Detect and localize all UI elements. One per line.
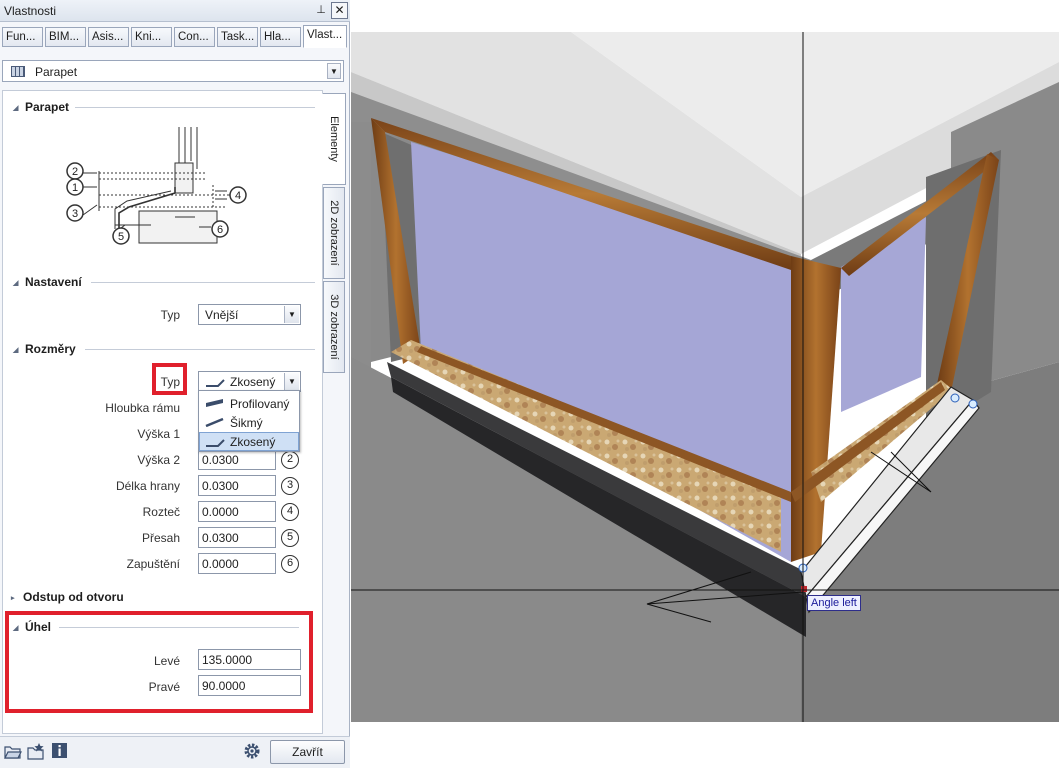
- divider: [91, 282, 315, 283]
- tab-connect[interactable]: Con...: [174, 27, 215, 47]
- nastaveni-typ-value: Vnější: [205, 308, 239, 322]
- zapusteni-field[interactable]: 0.0000: [198, 553, 276, 574]
- vyska-2-field[interactable]: 0.0300: [198, 449, 276, 470]
- close-panel-button[interactable]: Zavřít: [270, 740, 345, 764]
- tab-library[interactable]: Kni...: [131, 27, 172, 47]
- element-selector[interactable]: Parapet ▼: [2, 60, 344, 82]
- option-profilovany[interactable]: Profilovaný: [199, 394, 299, 413]
- bevel-profile-icon: [206, 439, 225, 447]
- vtab-2d-label: 2D zobrazení: [328, 200, 340, 266]
- section-parapet-header[interactable]: ◢ Parapet: [13, 100, 69, 114]
- close-button[interactable]: ✕: [331, 2, 348, 19]
- chevron-down-icon[interactable]: ▼: [327, 63, 341, 79]
- bevel-profile-icon: [206, 379, 225, 387]
- section-nastaveni-header[interactable]: ◢ Nastavení: [13, 275, 82, 289]
- nastaveni-typ-combo[interactable]: Vnější ▼: [198, 304, 301, 325]
- rozmery-typ-value: Zkosený: [230, 375, 276, 389]
- tab-properties[interactable]: Vlast...: [303, 25, 347, 48]
- roztec-label: Rozteč: [142, 505, 180, 519]
- delka-hrany-label: Délka hrany: [115, 479, 180, 493]
- tab-tasks[interactable]: Task...: [217, 27, 258, 47]
- collapse-triangle-icon: ◢: [13, 280, 19, 287]
- diagram-label-2: 2: [72, 166, 78, 178]
- vtab-elementy-label: Elementy: [328, 116, 340, 162]
- vtab-3d-label: 3D zobrazení: [328, 294, 340, 360]
- sloped-profile-icon: [205, 417, 224, 427]
- properties-panel: Vlastnosti ⊥ ✕ Fun... BIM... Asis... Kni…: [0, 0, 350, 768]
- favorites-icon[interactable]: [27, 742, 45, 760]
- panel-titlebar: Vlastnosti ⊥ ✕: [0, 0, 350, 22]
- wall-element-icon: [11, 66, 25, 77]
- open-folder-icon[interactable]: [4, 742, 22, 760]
- expand-triangle-icon: ▸: [11, 595, 15, 602]
- section-nastaveni-title: Nastavení: [25, 275, 82, 289]
- dimension-number-4: 4: [281, 503, 299, 521]
- tab-layers[interactable]: Hla...: [260, 27, 301, 47]
- tab-assistant[interactable]: Asis...: [88, 27, 129, 47]
- dimension-number-5: 5: [281, 529, 299, 547]
- section-rozmery-title: Rozměry: [25, 342, 76, 356]
- info-icon[interactable]: [51, 742, 69, 760]
- zapusteni-label: Zapuštění: [126, 557, 180, 571]
- section-odstup-header[interactable]: ▸ Odstup od otvoru: [11, 590, 124, 604]
- divider: [75, 107, 315, 108]
- vtab-3d-zobrazeni[interactable]: 3D zobrazení: [323, 281, 345, 373]
- roztec-field[interactable]: 0.0000: [198, 501, 276, 522]
- divider: [85, 349, 315, 350]
- vtab-elementy[interactable]: Elementy: [322, 93, 346, 185]
- hloubka-ramu-label: Hloubka rámu: [105, 401, 180, 415]
- presah-field[interactable]: 0.0300: [198, 527, 276, 548]
- section-odstup-title: Odstup od otvoru: [23, 590, 124, 604]
- diagram-label-5: 5: [118, 231, 124, 243]
- dimension-number-2: 2: [281, 451, 299, 469]
- nastaveni-typ-label: Typ: [160, 308, 180, 322]
- settings-icon[interactable]: [243, 742, 261, 760]
- delka-hrany-field[interactable]: 0.0300: [198, 475, 276, 496]
- typ-dropdown-list: Profilovaný Šikmý Zkosený: [198, 390, 300, 452]
- tab-bim[interactable]: BIM...: [45, 27, 86, 47]
- option-profilovany-label: Profilovaný: [230, 397, 290, 411]
- option-sikmy-label: Šikmý: [230, 416, 263, 430]
- chevron-down-icon[interactable]: ▼: [284, 373, 299, 390]
- diagram-label-1: 1: [72, 182, 78, 194]
- highlight-typ-label: [152, 363, 187, 395]
- 3d-viewport[interactable]: Angle left: [351, 32, 1059, 722]
- tab-functions[interactable]: Fun...: [2, 27, 43, 47]
- dimension-number-6: 6: [281, 555, 299, 573]
- panel-title: Vlastnosti: [4, 4, 57, 18]
- 3d-model-render[interactable]: [351, 32, 1059, 722]
- selector-value: Parapet: [35, 65, 78, 79]
- diagram-label-4: 4: [235, 190, 241, 202]
- panel-bottom-bar: Zavřít: [0, 736, 350, 768]
- tab-strip: Fun... BIM... Asis... Kni... Con... Task…: [0, 22, 350, 48]
- vtab-2d-zobrazeni[interactable]: 2D zobrazení: [323, 187, 345, 279]
- vyska-1-label: Výška 1: [137, 427, 180, 441]
- option-sikmy[interactable]: Šikmý: [199, 413, 299, 432]
- option-zkoseny[interactable]: Zkosený: [199, 432, 299, 451]
- option-zkoseny-label: Zkosený: [230, 435, 276, 449]
- pin-icon[interactable]: ⊥: [314, 3, 328, 18]
- rozmery-typ-combo[interactable]: Zkosený ▼: [198, 371, 301, 392]
- diagram-label-3: 3: [72, 208, 78, 220]
- diagram-label-6: 6: [217, 224, 223, 236]
- section-rozmery-header[interactable]: ◢ Rozměry: [13, 342, 76, 356]
- parapet-diagram: 2 1 3 4 5 6: [66, 127, 247, 245]
- collapse-triangle-icon: ◢: [13, 105, 19, 112]
- chevron-down-icon[interactable]: ▼: [284, 306, 299, 323]
- profiled-profile-icon: [206, 399, 223, 407]
- presah-label: Přesah: [141, 531, 180, 545]
- section-parapet-title: Parapet: [25, 100, 70, 114]
- collapse-triangle-icon: ◢: [13, 347, 19, 354]
- angle-tooltip: Angle left: [807, 595, 861, 611]
- vyska-2-label: Výška 2: [137, 453, 180, 467]
- dimension-number-3: 3: [281, 477, 299, 495]
- highlight-uhel-section: [5, 611, 313, 713]
